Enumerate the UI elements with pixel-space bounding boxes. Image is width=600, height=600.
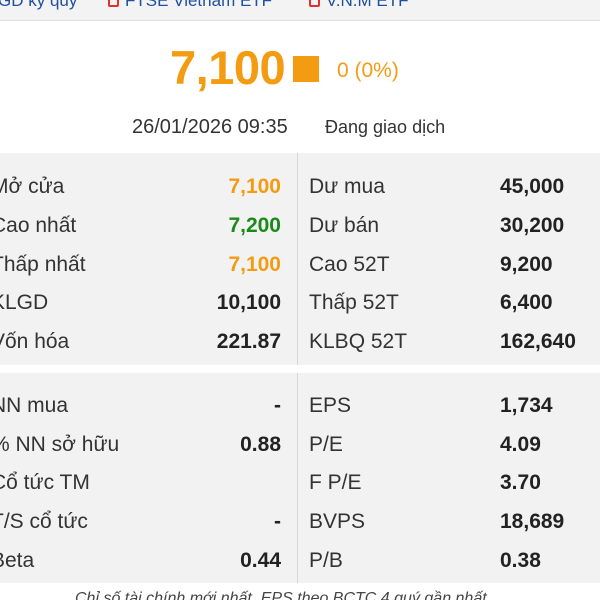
stats-row: Thấp nhất 7,100 Cao 52T 9,200 [0, 246, 600, 284]
stats-row: Cổ tức TM F P/E 3.70 [0, 464, 600, 502]
stats-row: T/S cổ tức - BVPS 18,689 [0, 503, 600, 541]
stats-row: NN mua - EPS 1,734 [0, 387, 600, 425]
avg-volume-52w-label: KLBQ 52T [309, 330, 408, 353]
pb-value: 0.38 [500, 549, 541, 572]
stats-row: Beta 0.44 P/B 0.38 [0, 542, 600, 580]
ask-volume-label: Dư bán [309, 214, 380, 237]
eps-value: 1,734 [500, 394, 553, 417]
bvps-label: BVPS [309, 510, 366, 533]
volume-label: KLGD [0, 291, 49, 314]
forward-pe-value: 3.70 [500, 471, 541, 494]
open-price-value: 7,100 [228, 175, 281, 198]
eps-label: EPS [309, 394, 352, 417]
checkbox-icon [108, 0, 119, 7]
trading-session-status: Đang giao dịch [325, 117, 446, 137]
bid-volume-label: Dư mua [309, 175, 385, 198]
market-cap-label: Vốn hóa [0, 330, 70, 353]
stats-row: KLGD 10,100 Thấp 52T 6,400 [0, 284, 600, 322]
foreign-buy-label: NN mua [0, 394, 69, 417]
bvps-value: 18,689 [500, 510, 565, 533]
price-change: 0 (0%) [337, 59, 399, 82]
quote-time-row: 26/01/2026 09:35 Đang giao dịch [0, 112, 600, 142]
forward-pe-label: F P/E [309, 471, 362, 494]
financials-footnote: Chỉ số tài chính mới nhất, EPS theo BCTC… [0, 585, 600, 600]
beta-label: Beta [0, 549, 35, 572]
low-price-label: Thấp nhất [0, 253, 86, 276]
current-price: 7,100 [170, 41, 286, 94]
cash-dividend-label: Cổ tức TM [0, 471, 90, 494]
fundamentals-panel: NN mua - EPS 1,734 % NN sở hữu 0.88 P/E … [0, 373, 600, 583]
footnote-text: Chỉ số tài chính mới nhất, EPS theo BCTC… [75, 590, 487, 600]
stats-row: Cao nhất 7,200 Dư bán 30,200 [0, 207, 600, 245]
high-price-label: Cao nhất [0, 214, 77, 237]
stats-row: % NN sở hữu 0.88 P/E 4.09 [0, 426, 600, 464]
foreign-buy-value: - [274, 394, 281, 417]
price-header: 7,100 0 (0%) [0, 40, 600, 96]
dividend-yield-value: - [274, 510, 281, 533]
foreign-ownership-value: 0.88 [240, 433, 281, 456]
avg-volume-52w-value: 162,640 [500, 330, 576, 353]
pe-label: P/E [309, 433, 343, 456]
nav-link-vnm-etf[interactable]: V.N.M ETF [309, 0, 409, 11]
pb-label: P/B [309, 549, 343, 572]
open-price-label: Mở cửa [0, 175, 65, 198]
bid-volume-value: 45,000 [500, 175, 565, 198]
high-52w-label: Cao 52T [309, 253, 390, 276]
checkbox-icon [309, 0, 320, 7]
low-price-value: 7,100 [228, 253, 281, 276]
ask-volume-value: 30,200 [500, 214, 565, 237]
stats-row: Mở cửa 7,100 Dư mua 45,000 [0, 168, 600, 206]
high-52w-value: 9,200 [500, 253, 553, 276]
dividend-yield-label: T/S cổ tức [0, 510, 88, 533]
nav-link-margin-trading[interactable]: GD ký quỹ [0, 0, 77, 11]
low-52w-value: 6,400 [500, 291, 553, 314]
low-52w-label: Thấp 52T [309, 291, 399, 314]
top-nav-bar: GD ký quỹ FTSE Vietnam ETF V.N.M ETF [0, 0, 600, 21]
volume-value: 10,100 [216, 291, 281, 314]
market-cap-value: 221.87 [216, 330, 281, 353]
trading-stats-panel: Mở cửa 7,100 Dư mua 45,000 Cao nhất 7,20… [0, 153, 600, 365]
foreign-ownership-label: % NN sở hữu [0, 433, 120, 456]
pe-value: 4.09 [500, 433, 541, 456]
beta-value: 0.44 [240, 549, 281, 572]
nav-link-ftse-etf[interactable]: FTSE Vietnam ETF [108, 0, 272, 11]
reference-status-icon [293, 56, 319, 82]
quote-timestamp: 26/01/2026 09:35 [132, 116, 288, 138]
stats-row: Vốn hóa 221.87 KLBQ 52T 162,640 [0, 323, 600, 361]
high-price-value: 7,200 [228, 214, 281, 237]
